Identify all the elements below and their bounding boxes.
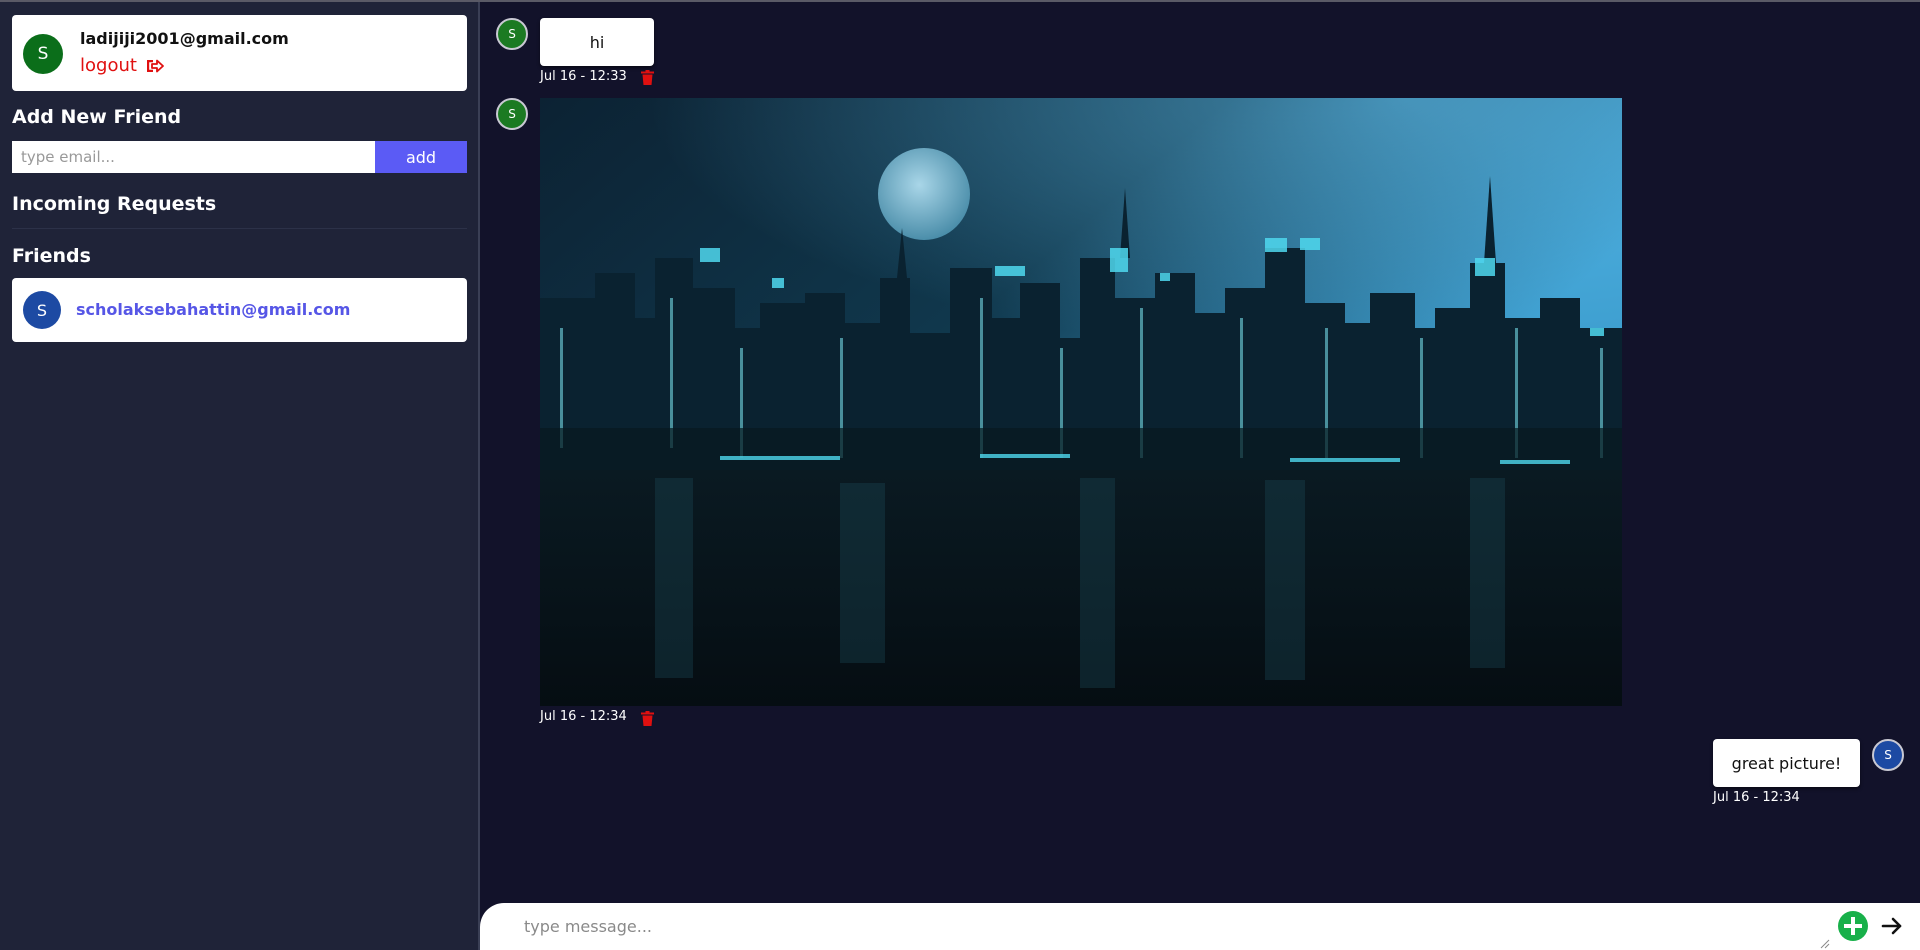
message-timestamp: Jul 16 - 12:34 xyxy=(540,709,627,724)
add-friend-button[interactable]: add xyxy=(375,141,467,173)
incoming-requests-title: Incoming Requests xyxy=(12,193,217,215)
current-user-card: S ladijiji2001@gmail.com logout xyxy=(12,15,467,91)
add-friend-email-input[interactable] xyxy=(12,141,375,173)
message-avatar: S xyxy=(496,98,528,130)
sidebar: S ladijiji2001@gmail.com logout Add New … xyxy=(0,2,479,950)
logout-button[interactable]: logout xyxy=(80,55,164,76)
message-bubble: great picture! xyxy=(1713,739,1860,787)
message-input[interactable] xyxy=(524,910,1804,946)
message-bubble: hi xyxy=(540,18,654,66)
current-user-avatar: S xyxy=(23,34,63,74)
add-attachment-plus-icon[interactable] xyxy=(1837,910,1869,942)
sign-out-icon xyxy=(146,59,164,72)
friend-avatar: S xyxy=(23,291,61,329)
message-avatar: S xyxy=(496,18,528,50)
delete-message-trash-icon[interactable] xyxy=(641,711,654,726)
send-arrow-icon[interactable] xyxy=(1880,914,1904,938)
add-friend-title: Add New Friend xyxy=(12,106,182,128)
friends-title: Friends xyxy=(12,245,91,267)
friend-list-item[interactable]: S scholaksebahattin@gmail.com xyxy=(12,278,467,342)
message-timestamp: Jul 16 - 12:33 xyxy=(540,69,627,84)
sidebar-divider xyxy=(478,2,480,950)
current-user-email: ladijiji2001@gmail.com xyxy=(80,29,289,48)
friend-email: scholaksebahattin@gmail.com xyxy=(76,300,351,319)
delete-message-trash-icon[interactable] xyxy=(641,70,654,85)
message-timestamp: Jul 16 - 12:34 xyxy=(1713,790,1800,805)
incoming-requests-divider xyxy=(12,228,467,229)
message-avatar: S xyxy=(1872,739,1904,771)
logout-label: logout xyxy=(80,55,137,76)
message-composer xyxy=(480,903,1920,950)
textarea-resize-grip-icon[interactable] xyxy=(1820,939,1830,949)
message-image[interactable] xyxy=(540,98,1622,706)
